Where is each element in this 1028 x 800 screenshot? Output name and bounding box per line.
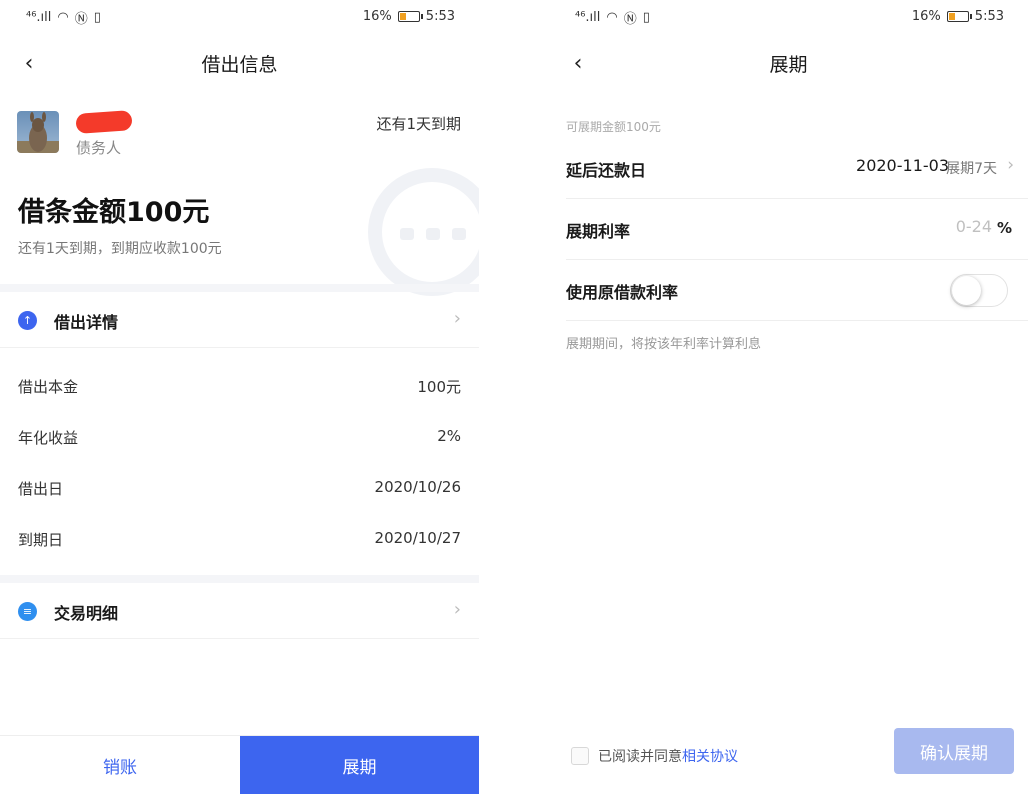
battery-icon	[946, 11, 972, 22]
chevron-right-icon: ›	[453, 599, 461, 620]
nfc-icon: Ⓝ	[74, 12, 88, 27]
deferred-date-label: 延后还款日	[566, 161, 647, 180]
vibrate-icon: ▯	[642, 10, 650, 25]
detail-key: 借出日	[18, 480, 64, 498]
redacted-name	[75, 110, 133, 134]
clock: 5:53	[974, 9, 1004, 24]
bottom-action-bar: 销账 展期	[0, 735, 479, 794]
chevron-right-icon: ›	[1007, 155, 1014, 175]
use-original-rate-toggle[interactable]	[950, 274, 1008, 307]
section-divider	[0, 575, 479, 583]
extension-days: 展期7天	[946, 161, 997, 177]
nav-bar: ‹ 展期	[549, 40, 1028, 86]
due-tag: 还有1天到期	[376, 115, 461, 133]
detail-row-principal: 借出本金 100元	[18, 376, 461, 400]
extension-rate-input[interactable]	[912, 217, 992, 236]
page-title: 展期	[769, 54, 808, 76]
amount-subtitle: 还有1天到期，到期应收款100元	[18, 241, 222, 257]
status-bar: ⁴⁶.ıll ◠ Ⓝ ▯ 16% 5:53	[549, 0, 1028, 34]
deferred-date-value: 2020-11-03	[856, 156, 949, 175]
confirm-extension-button[interactable]: 确认展期	[894, 728, 1014, 774]
extendable-amount-hint: 可展期金额100元	[566, 120, 661, 134]
detail-row-annual-yield: 年化收益 2%	[18, 427, 461, 451]
extension-rate-label: 展期利率	[566, 222, 631, 241]
wifi-icon: ◠	[57, 10, 69, 25]
percent-unit: %	[996, 219, 1012, 237]
battery-icon	[397, 11, 423, 22]
agreement-checkbox[interactable]	[571, 747, 589, 765]
use-original-rate-label: 使用原借款利率	[566, 283, 679, 302]
chevron-right-icon: ›	[453, 308, 461, 329]
battery-percent: 16%	[911, 9, 941, 24]
loan-detail-label: 借出详情	[54, 313, 119, 332]
transaction-detail-row[interactable]: ≡ 交易明细 ›	[0, 583, 479, 639]
status-bar: ⁴⁶.ıll ◠ Ⓝ ▯ 16% 5:53	[0, 0, 479, 34]
detail-key: 到期日	[18, 531, 64, 549]
extension-screen: ⁴⁶.ıll ◠ Ⓝ ▯ 16% 5:53 ‹ 展期 可展期金额100元 延后还…	[549, 0, 1028, 800]
signal-icon: ⁴⁶.ıll	[26, 10, 52, 25]
nfc-icon: Ⓝ	[623, 12, 637, 27]
section-divider	[0, 284, 479, 292]
deferred-date-row[interactable]: 延后还款日 2020-11-03 展期7天 ›	[566, 138, 1028, 199]
arrow-up-icon: ↑	[18, 311, 37, 330]
extension-rate-row: 展期利率 %	[566, 199, 1028, 260]
loan-detail-row[interactable]: ↑ 借出详情 ›	[0, 292, 479, 348]
loan-info-screen: ⁴⁶.ıll ◠ Ⓝ ▯ 16% 5:53 ‹ 借出信息 债务人 还有1天到期 …	[0, 0, 479, 800]
signal-icon: ⁴⁶.ıll	[575, 10, 601, 25]
vibrate-icon: ▯	[93, 10, 101, 25]
agreement-link[interactable]: 相关协议	[682, 749, 738, 765]
avatar	[17, 111, 59, 153]
transaction-detail-label: 交易明细	[54, 604, 119, 623]
write-off-button[interactable]: 销账	[0, 736, 240, 794]
detail-value: 100元	[417, 378, 461, 396]
chat-watermark-icon	[368, 168, 479, 296]
list-icon: ≡	[18, 602, 37, 621]
extend-button[interactable]: 展期	[240, 736, 479, 794]
detail-row-due-date: 到期日 2020/10/27	[18, 529, 461, 553]
use-original-rate-row: 使用原借款利率	[566, 260, 1028, 321]
extension-interest-hint: 展期期间，将按该年利率计算利息	[566, 337, 762, 352]
agreement-row: 已阅读并同意相关协议	[571, 746, 738, 766]
page-title: 借出信息	[201, 54, 278, 76]
detail-row-loan-date: 借出日 2020/10/26	[18, 478, 461, 502]
detail-key: 借出本金	[18, 378, 79, 396]
nav-bar: ‹ 借出信息	[0, 40, 479, 86]
agreement-text: 已阅读并同意	[598, 749, 682, 765]
detail-key: 年化收益	[18, 429, 79, 447]
wifi-icon: ◠	[606, 10, 618, 25]
detail-value: 2020/10/26	[374, 478, 461, 496]
clock: 5:53	[425, 9, 455, 24]
battery-percent: 16%	[362, 9, 392, 24]
detail-value: 2%	[437, 427, 461, 445]
amount-title: 借条金额100元	[18, 197, 210, 228]
detail-value: 2020/10/27	[374, 529, 461, 547]
debtor-role: 债务人	[76, 139, 122, 157]
